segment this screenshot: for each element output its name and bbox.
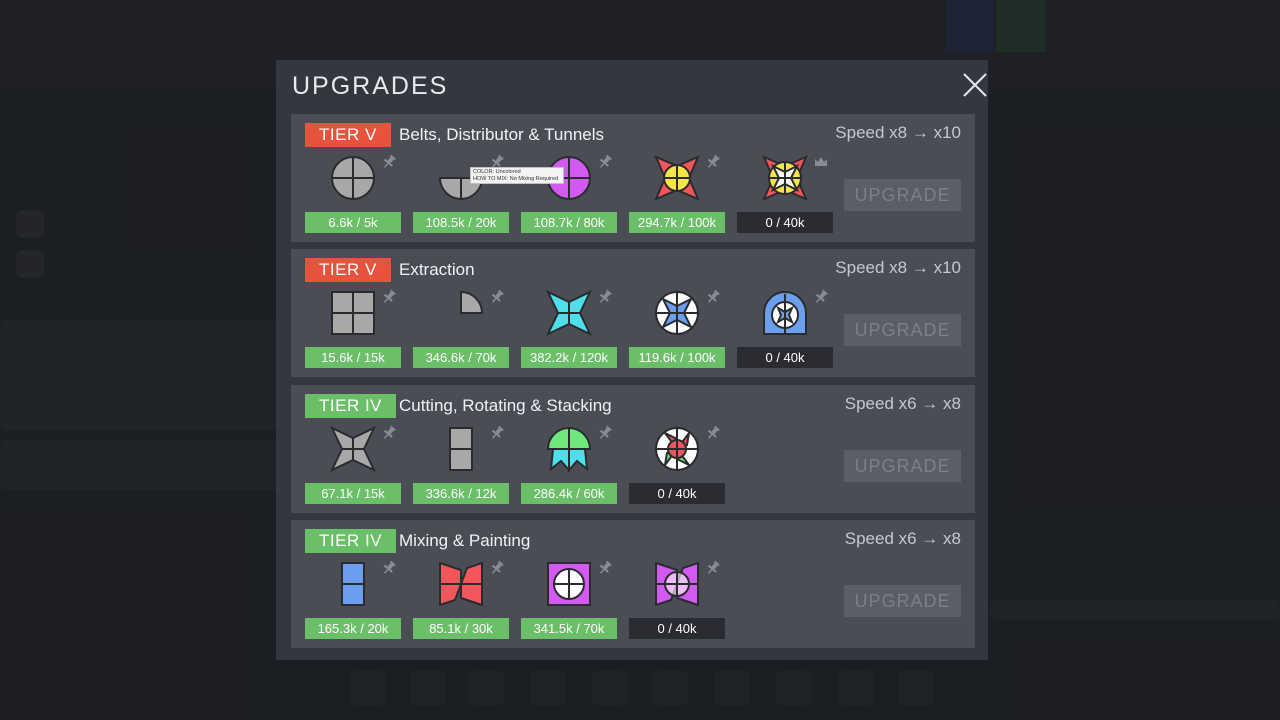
upgrade-name: Belts, Distributor & Tunnels <box>399 125 605 144</box>
pin-icon[interactable] <box>381 154 397 170</box>
shape-tooltip: COLOR: Uncolored HOW TO MIX: No Mixing Re… <box>470 167 564 184</box>
progress-label: 119.6k / 100k <box>629 347 725 368</box>
star-cyan-shape-icon[interactable] <box>545 289 593 337</box>
requirement-item: 85.1k / 30k <box>413 558 509 642</box>
pin-icon[interactable] <box>705 425 721 441</box>
progress-label: 341.5k / 70k <box>521 618 617 639</box>
upgrades-modal: UPGRADES TIER V Belts, Distributor & Tunn… <box>276 60 988 660</box>
requirement-item: 346.6k / 70k <box>413 287 509 371</box>
progress-label: 336.6k / 12k <box>413 483 509 504</box>
progress-label: 15.6k / 15k <box>305 347 401 368</box>
progress-label: 382.2k / 120k <box>521 347 617 368</box>
tooltip-color: COLOR: Uncolored <box>473 169 521 175</box>
pin-icon[interactable] <box>381 560 397 576</box>
requirement-item: 294.7k / 100k <box>629 152 725 236</box>
star-red-yellow-complex-shape-icon[interactable] <box>761 154 809 202</box>
upgrade-button[interactable]: UPGRADE <box>844 585 961 617</box>
progress-label: 108.5k / 20k <box>413 212 509 233</box>
requirement-item: 165.3k / 20k <box>305 558 401 642</box>
progress-label: 0 / 40k <box>737 212 833 233</box>
circle-white-blue-star-shape-icon[interactable] <box>653 289 701 337</box>
progress-label: 286.4k / 60k <box>521 483 617 504</box>
progress-label: 0 / 40k <box>629 483 725 504</box>
windmill-blue-white-shape-icon[interactable] <box>761 289 809 337</box>
upgrade-name: Cutting, Rotating & Stacking <box>399 396 612 415</box>
requirement-item: 0 / 40k <box>737 287 833 371</box>
tier-badge: TIER IV <box>305 529 397 553</box>
pin-icon[interactable] <box>597 560 613 576</box>
upgrade-name: Mixing & Painting <box>399 531 531 550</box>
half-square-gray-shape-icon[interactable] <box>437 425 485 473</box>
requirement-item: 0 / 40k <box>737 152 833 236</box>
windmill-purple-circle-shape-icon[interactable] <box>653 560 701 608</box>
speed-text: Speed x6 → x8 <box>844 529 961 548</box>
requirement-item: 0 / 40k <box>629 558 725 642</box>
upgrade-card: TIER V Belts, Distributor & Tunnels Speed … <box>291 114 975 242</box>
half-rect-blue-shape-icon[interactable] <box>329 560 377 608</box>
circle-white-red-green-shape-icon[interactable] <box>653 425 701 473</box>
close-button[interactable] <box>962 72 988 98</box>
pin-icon[interactable] <box>705 154 721 170</box>
progress-label: 294.7k / 100k <box>629 212 725 233</box>
speed-text: Speed x6 → x8 <box>844 394 961 413</box>
circle-quad-gray-shape-icon[interactable] <box>329 154 377 202</box>
close-icon <box>963 73 987 97</box>
requirement-item: 336.6k / 12k <box>413 423 509 507</box>
requirement-item: 286.4k / 60k <box>521 423 617 507</box>
pin-icon[interactable] <box>381 425 397 441</box>
tier-badge: TIER V <box>305 123 391 147</box>
progress-label: 165.3k / 20k <box>305 618 401 639</box>
upgrade-name: Extraction <box>399 260 475 279</box>
upgrade-card: TIER IV Cutting, Rotating & Stacking Speed… <box>291 385 975 513</box>
pin-icon[interactable] <box>597 425 613 441</box>
progress-label: 85.1k / 30k <box>413 618 509 639</box>
pin-icon[interactable] <box>705 289 721 305</box>
upgrade-button[interactable]: UPGRADE <box>844 314 961 346</box>
progress-label: 108.7k / 80k <box>521 212 617 233</box>
requirement-item: 0 / 40k <box>629 423 725 507</box>
star-red-yellow-circle-shape-icon[interactable] <box>653 154 701 202</box>
crown-icon <box>813 154 829 170</box>
progress-label: 67.1k / 15k <box>305 483 401 504</box>
tier-badge: TIER IV <box>305 394 397 418</box>
quarter-circle-gray-shape-icon[interactable] <box>437 289 485 337</box>
requirement-item: 67.1k / 15k <box>305 423 401 507</box>
speed-text: Speed x8 → x10 <box>835 258 961 277</box>
square-quad-gray-shape-icon[interactable] <box>329 289 377 337</box>
pin-icon[interactable] <box>597 289 613 305</box>
pin-icon[interactable] <box>489 425 505 441</box>
tier-badge: TIER V <box>305 258 391 282</box>
upgrade-card: TIER IV Mixing & Painting Speed x6 → x8 165… <box>291 520 975 648</box>
upgrade-button[interactable]: UPGRADE <box>844 179 961 211</box>
progress-label: 6.6k / 5k <box>305 212 401 233</box>
pin-icon[interactable] <box>489 289 505 305</box>
requirement-item: 6.6k / 5k <box>305 152 401 236</box>
progress-label: 0 / 40k <box>629 618 725 639</box>
requirement-item: 108.7k / 80k <box>521 152 617 236</box>
mushroom-green-cyan-shape-icon[interactable] <box>545 425 593 473</box>
requirement-item: 119.6k / 100k <box>629 287 725 371</box>
progress-label: 346.6k / 70k <box>413 347 509 368</box>
upgrade-card: TIER V Extraction Speed x8 → x10 15.6k / 15… <box>291 249 975 377</box>
pin-icon[interactable] <box>489 560 505 576</box>
tooltip-mix: HOW TO MIX: No Mixing Required <box>473 176 559 182</box>
progress-label: 0 / 40k <box>737 347 833 368</box>
upgrade-button[interactable]: UPGRADE <box>844 450 961 482</box>
square-purple-white-circle-shape-icon[interactable] <box>545 560 593 608</box>
modal-title: UPGRADES <box>292 72 449 100</box>
windmill-red-shape-icon[interactable] <box>437 560 485 608</box>
pin-icon[interactable] <box>381 289 397 305</box>
requirement-item: 382.2k / 120k <box>521 287 617 371</box>
pin-icon[interactable] <box>597 154 613 170</box>
star-gray-shape-icon[interactable] <box>329 425 377 473</box>
speed-text: Speed x8 → x10 <box>835 123 961 142</box>
requirement-item: 15.6k / 15k <box>305 287 401 371</box>
requirement-item: 108.5k / 20k <box>413 152 509 236</box>
pin-icon[interactable] <box>813 289 829 305</box>
pin-icon[interactable] <box>705 560 721 576</box>
requirement-item: 341.5k / 70k <box>521 558 617 642</box>
